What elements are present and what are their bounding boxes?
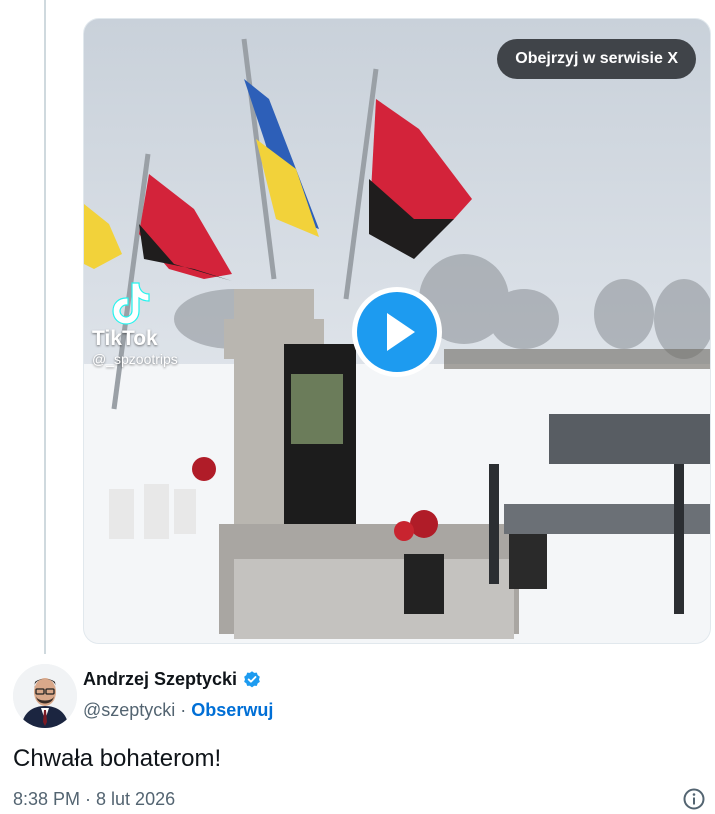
video-player[interactable]: TikTok @_spzootrips Obejrzyj w serwisie … xyxy=(83,18,711,644)
author-display-name[interactable]: Andrzej Szeptycki xyxy=(83,669,237,690)
watch-on-x-button[interactable]: Obejrzyj w serwisie X xyxy=(497,39,696,79)
avatar[interactable] xyxy=(13,664,77,728)
author-handle[interactable]: @szeptycki xyxy=(83,700,175,721)
tiktok-brand: TikTok xyxy=(92,327,158,350)
name-row: Andrzej Szeptycki xyxy=(83,669,262,690)
handle-row: @szeptycki · Obserwuj xyxy=(83,700,273,721)
tiktok-logo-icon xyxy=(112,282,150,325)
author-row: Andrzej Szeptycki @szeptycki · Obserwuj xyxy=(13,660,703,730)
tweet-text: Chwała bohaterom! xyxy=(13,745,222,772)
thread-line xyxy=(44,0,46,654)
tweet-embed: TikTok @_spzootrips Obejrzyj w serwisie … xyxy=(0,0,715,814)
verified-badge-icon xyxy=(244,670,260,687)
separator: · xyxy=(180,700,187,720)
tiktok-handle: @_spzootrips xyxy=(92,351,178,367)
tiktok-watermark: TikTok @_spzootrips xyxy=(92,281,178,367)
follow-link[interactable]: Obserwuj xyxy=(191,700,273,721)
tweet-timestamp[interactable]: 8:38 PM · 8 lut 2026 xyxy=(13,789,175,810)
play-button[interactable] xyxy=(352,287,442,377)
play-icon xyxy=(387,313,415,351)
info-icon[interactable] xyxy=(682,787,706,811)
